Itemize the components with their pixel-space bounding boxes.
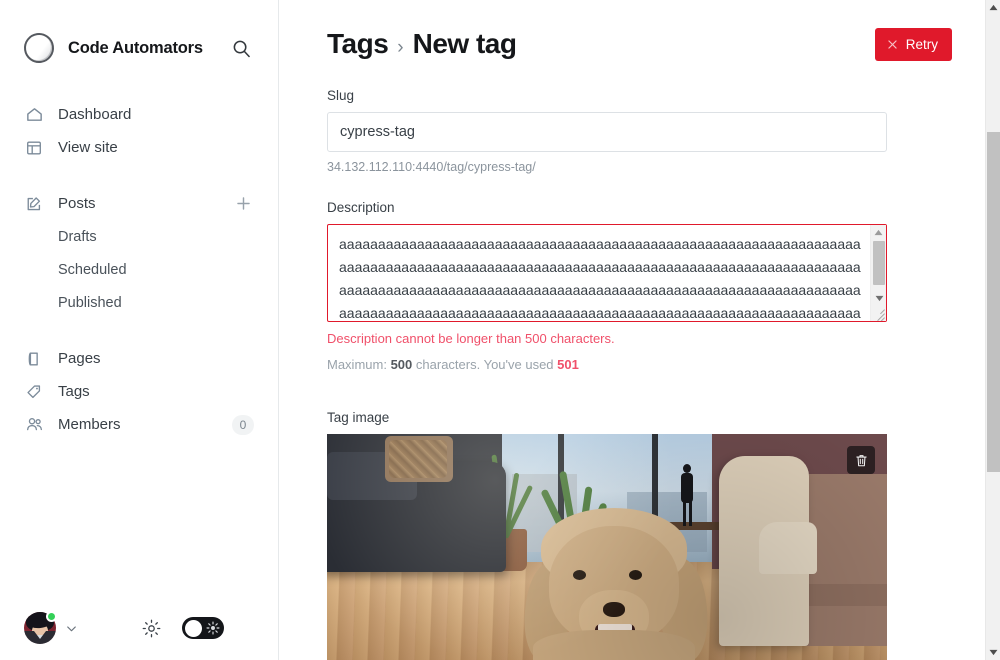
sidebar-item-label: Drafts [58,228,97,245]
sun-icon [205,620,220,635]
window-scrollbar-thumb[interactable] [987,132,1000,472]
sidebar-item-label: Dashboard [58,106,132,123]
sidebar: Code Automators Dashboard View site Post… [0,0,279,660]
pages-icon [24,349,44,369]
sidebar-item-dashboard[interactable]: Dashboard [0,98,278,131]
counter-used-value: 501 [557,357,579,372]
retry-button-label: Retry [905,36,938,52]
sidebar-item-tags[interactable]: Tags [0,375,278,408]
tag-image-label: Tag image [327,410,390,425]
window-scrollbar[interactable] [985,0,1000,660]
sidebar-item-label: Posts [58,195,96,212]
tag-image-field-group: Tag image [327,410,890,660]
sidebar-item-label: Scheduled [58,261,127,278]
theme-toggle[interactable] [182,617,224,639]
avatar[interactable] [24,611,57,644]
gear-icon[interactable] [141,618,162,639]
page-title: New tag [412,28,517,59]
slug-url-hint: 34.132.112.110:4440/tag/cypress-tag/ [327,160,536,174]
status-badge [46,611,57,622]
chevron-down-icon[interactable] [64,621,79,636]
sidebar-item-label: View site [58,139,118,156]
textarea-resize-grip[interactable] [871,306,886,321]
toggle-knob [185,619,202,637]
description-textarea-wrap: aaaaaaaaaaaaaaaaaaaaaaaaaaaaaaaaaaaaaaaa… [327,224,887,322]
description-field-group: Description aaaaaaaaaaaaaaaaaaaaaaaaaaaa… [327,200,890,372]
sidebar-item-pages[interactable]: Pages [0,342,278,375]
sidebar-item-label: Published [58,294,122,311]
sidebar-item-label: Tags [58,383,90,400]
scroll-up-arrow-icon[interactable] [986,0,1000,15]
sidebar-item-scheduled[interactable]: Scheduled [0,253,278,286]
sidebar-item-drafts[interactable]: Drafts [0,220,278,253]
form-scroll-region: Slug 34.132.112.110:4440/tag/cypress-tag… [279,88,938,660]
scroll-down-arrow-icon[interactable] [986,645,1000,660]
main-content: Tags › New tag Retry Slug 34.132.112.110… [279,0,1000,660]
page-header: Tags › New tag Retry [279,0,1000,88]
sidebar-brand[interactable]: Code Automators [0,24,278,72]
slug-input[interactable] [327,112,887,152]
counter-prefix: Maximum: [327,357,387,372]
slug-label: Slug [327,88,355,103]
edit-pencil-icon [24,194,44,214]
brand-name: Code Automators [68,38,203,57]
dog-subject [519,508,713,660]
members-icon [24,415,44,435]
description-character-counter: Maximum: 500 characters. You've used 501 [327,357,890,372]
tag-icon [24,382,44,402]
sidebar-item-posts[interactable]: Posts [0,187,278,220]
description-label: Description [327,200,395,215]
close-x-icon [886,38,899,51]
home-icon [24,105,44,125]
counter-middle: characters. You've used [415,357,554,372]
search-icon[interactable] [228,35,254,61]
scroll-up-arrow-icon[interactable] [871,225,886,239]
circle-logo-icon [22,31,56,65]
sidebar-item-published[interactable]: Published [0,286,278,319]
slug-field-group: Slug 34.132.112.110:4440/tag/cypress-tag… [327,88,890,174]
layout-icon [24,138,44,158]
chevron-right-icon: › [397,37,404,58]
description-textarea[interactable]: aaaaaaaaaaaaaaaaaaaaaaaaaaaaaaaaaaaaaaaa… [327,224,887,322]
members-count-badge: 0 [232,414,254,435]
breadcrumb-parent[interactable]: Tags [327,28,389,60]
textarea-scrollbar-thumb[interactable] [873,241,885,285]
counter-max-value: 500 [390,357,413,372]
sidebar-footer [0,596,279,660]
retry-button[interactable]: Retry [874,27,952,61]
tag-image-photo [327,434,887,660]
sidebar-item-label: Members [58,416,121,433]
sidebar-nav: Dashboard View site Posts Drafts Schedul… [0,72,278,441]
sidebar-item-view-site[interactable]: View site [0,131,278,164]
app-root: Code Automators Dashboard View site Post… [0,0,1000,660]
tag-image-preview[interactable] [327,434,887,660]
delete-image-button[interactable] [847,446,875,474]
description-error-message: Description cannot be longer than 500 ch… [327,331,615,346]
breadcrumb: Tags › New tag [327,28,517,60]
sidebar-item-members[interactable]: Members 0 [0,408,278,441]
scroll-down-arrow-icon[interactable] [871,291,887,305]
sidebar-item-label: Pages [58,350,101,367]
plus-icon[interactable] [232,193,254,215]
